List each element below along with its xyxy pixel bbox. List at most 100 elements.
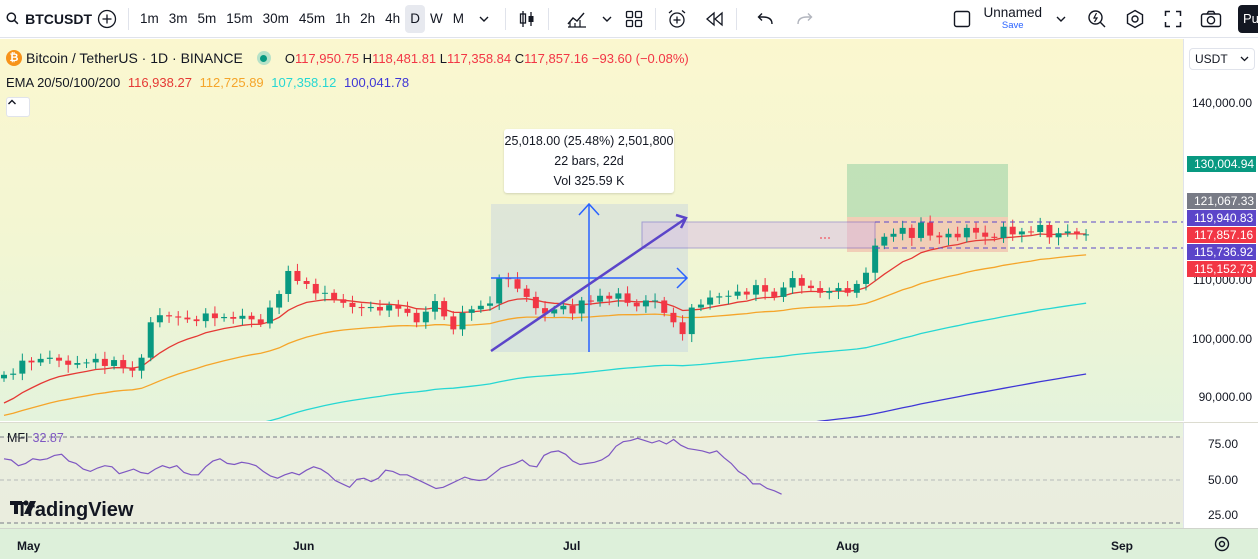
- time-label-sep: Sep: [1111, 539, 1134, 553]
- interval-1h[interactable]: 1h: [330, 5, 355, 33]
- legend-title[interactable]: Bitcoin / TetherUS · 1D · BINANCE: [26, 50, 243, 66]
- candle-body: [853, 283, 860, 293]
- candle-body: [496, 278, 503, 304]
- candle-body: [111, 360, 118, 366]
- indicators-button[interactable]: [555, 4, 599, 34]
- layout-menu-button[interactable]: [1046, 4, 1076, 34]
- candle-body: [918, 222, 924, 238]
- toolbar-divider: [128, 7, 129, 30]
- mfi-value: 32.87: [32, 431, 64, 445]
- interval-30m[interactable]: 30m: [258, 5, 294, 33]
- layout-name: Unnamed: [983, 5, 1042, 21]
- candle-body: [807, 285, 814, 289]
- top-toolbar: BTCUSDT 1m 3m 5m 15m 30m 45m 1h 2h 4h D …: [0, 0, 1258, 38]
- collapse-legend-button[interactable]: [6, 97, 30, 117]
- indicators-icon: [567, 12, 586, 28]
- redo-button[interactable]: [789, 4, 819, 34]
- interval-15m[interactable]: 15m: [221, 5, 257, 33]
- ema200-line: [816, 373, 1087, 421]
- ema200-value: 100,041.78: [344, 75, 410, 90]
- candle-body: [789, 278, 796, 288]
- symbol-search[interactable]: BTCUSDT: [0, 4, 92, 34]
- mfi-pane[interactable]: MFI 32.87 TradingView: [0, 422, 1183, 528]
- candle-body: [908, 227, 915, 238]
- candle-body: [92, 358, 99, 363]
- candle-body: [835, 288, 842, 292]
- candle-body: [65, 360, 72, 365]
- candle-body: [817, 288, 824, 293]
- fullscreen-button[interactable]: [1158, 4, 1188, 34]
- candle-body: [202, 313, 209, 322]
- mfi-tick: 75.00: [1207, 437, 1238, 451]
- undo-icon: [757, 12, 773, 24]
- indicators-dropdown-button[interactable]: [599, 4, 615, 34]
- candle-body: [175, 316, 182, 318]
- interval-1d[interactable]: D: [405, 4, 425, 33]
- compare-add-button[interactable]: [92, 4, 122, 34]
- interval-3m[interactable]: 3m: [164, 5, 193, 33]
- interval-1w[interactable]: W: [425, 5, 448, 33]
- layout-checkbox[interactable]: [947, 4, 977, 34]
- interval-4h[interactable]: 4h: [380, 5, 405, 33]
- quick-search-button[interactable]: [1082, 4, 1112, 34]
- candle-body: [147, 322, 154, 358]
- interval-45m[interactable]: 45m: [294, 5, 330, 33]
- price-scale[interactable]: USDT 140,000.00 110,000.00 100,000.00 90…: [1183, 39, 1258, 421]
- candle-body: [83, 362, 90, 364]
- currency-select[interactable]: USDT: [1189, 48, 1255, 70]
- candle-body: [468, 309, 475, 313]
- currency-label: USDT: [1195, 52, 1228, 66]
- layout-save-button[interactable]: Unnamed Save: [983, 6, 1042, 30]
- candle-body: [606, 295, 613, 299]
- replay-button[interactable]: [700, 4, 730, 34]
- chevron-down-icon: [602, 16, 612, 22]
- candle-body: [688, 307, 695, 335]
- publish-button[interactable]: Pu: [1238, 4, 1258, 33]
- interval-1mo[interactable]: M: [448, 5, 469, 33]
- candle-body: [285, 270, 292, 294]
- candle-body: [1018, 231, 1025, 235]
- candle-body: [661, 300, 668, 313]
- toolbar-divider: [654, 7, 656, 30]
- layouts-button[interactable]: [619, 4, 649, 34]
- mfi-scale[interactable]: 75.00 50.00 25.00: [1183, 422, 1258, 528]
- chevron-up-icon: [8, 99, 16, 105]
- main-chart-pane[interactable]: ₿ Bitcoin / TetherUS · 1D · BINANCE O117…: [0, 39, 1183, 421]
- candle-body: [276, 293, 283, 308]
- intervals-dropdown-button[interactable]: [469, 4, 499, 34]
- candle-body: [945, 233, 952, 238]
- candle-body: [569, 305, 576, 314]
- candle-body: [37, 358, 44, 363]
- symbol-legend: ₿ Bitcoin / TetherUS · 1D · BINANCE O117…: [6, 50, 689, 66]
- price-tick: 100,000.00: [1191, 332, 1252, 346]
- candle-body: [367, 306, 374, 309]
- candle-body: [752, 285, 759, 295]
- candle-body: [386, 305, 393, 311]
- time-axis[interactable]: May Jun Jul Aug Sep: [0, 528, 1258, 559]
- mfi-legend[interactable]: MFI 32.87: [7, 431, 64, 445]
- plus-circle-icon: [97, 9, 117, 28]
- alert-button[interactable]: [662, 4, 692, 34]
- interval-1m[interactable]: 1m: [135, 5, 164, 33]
- range-high-label: 119,940.83: [1187, 210, 1256, 226]
- bitcoin-logo-icon: ₿: [6, 50, 22, 66]
- settings-button[interactable]: [1120, 4, 1150, 34]
- candle-body: [1055, 233, 1062, 238]
- undo-button[interactable]: [751, 4, 781, 34]
- candle-body: [597, 295, 604, 302]
- stop-price-label: 115,152.73: [1187, 261, 1256, 277]
- candle-body: [927, 222, 934, 236]
- interval-2h[interactable]: 2h: [355, 5, 380, 33]
- chart-settings-gear-icon[interactable]: [1213, 535, 1231, 553]
- price-chart[interactable]: [0, 39, 1183, 421]
- ema-legend[interactable]: EMA 20/50/100/200 116,938.27 112,725.89 …: [6, 75, 409, 90]
- chart-type-button[interactable]: [512, 4, 542, 34]
- candle-body: [679, 322, 686, 335]
- tradingview-logo[interactable]: TradingView: [10, 499, 133, 522]
- snapshot-button[interactable]: [1196, 4, 1226, 34]
- candle-body: [321, 292, 328, 294]
- candle-body: [725, 295, 732, 297]
- long-position-profit-zone[interactable]: [847, 164, 1008, 217]
- interval-5m[interactable]: 5m: [193, 5, 222, 33]
- last-price-label: 117,857.16: [1187, 227, 1256, 243]
